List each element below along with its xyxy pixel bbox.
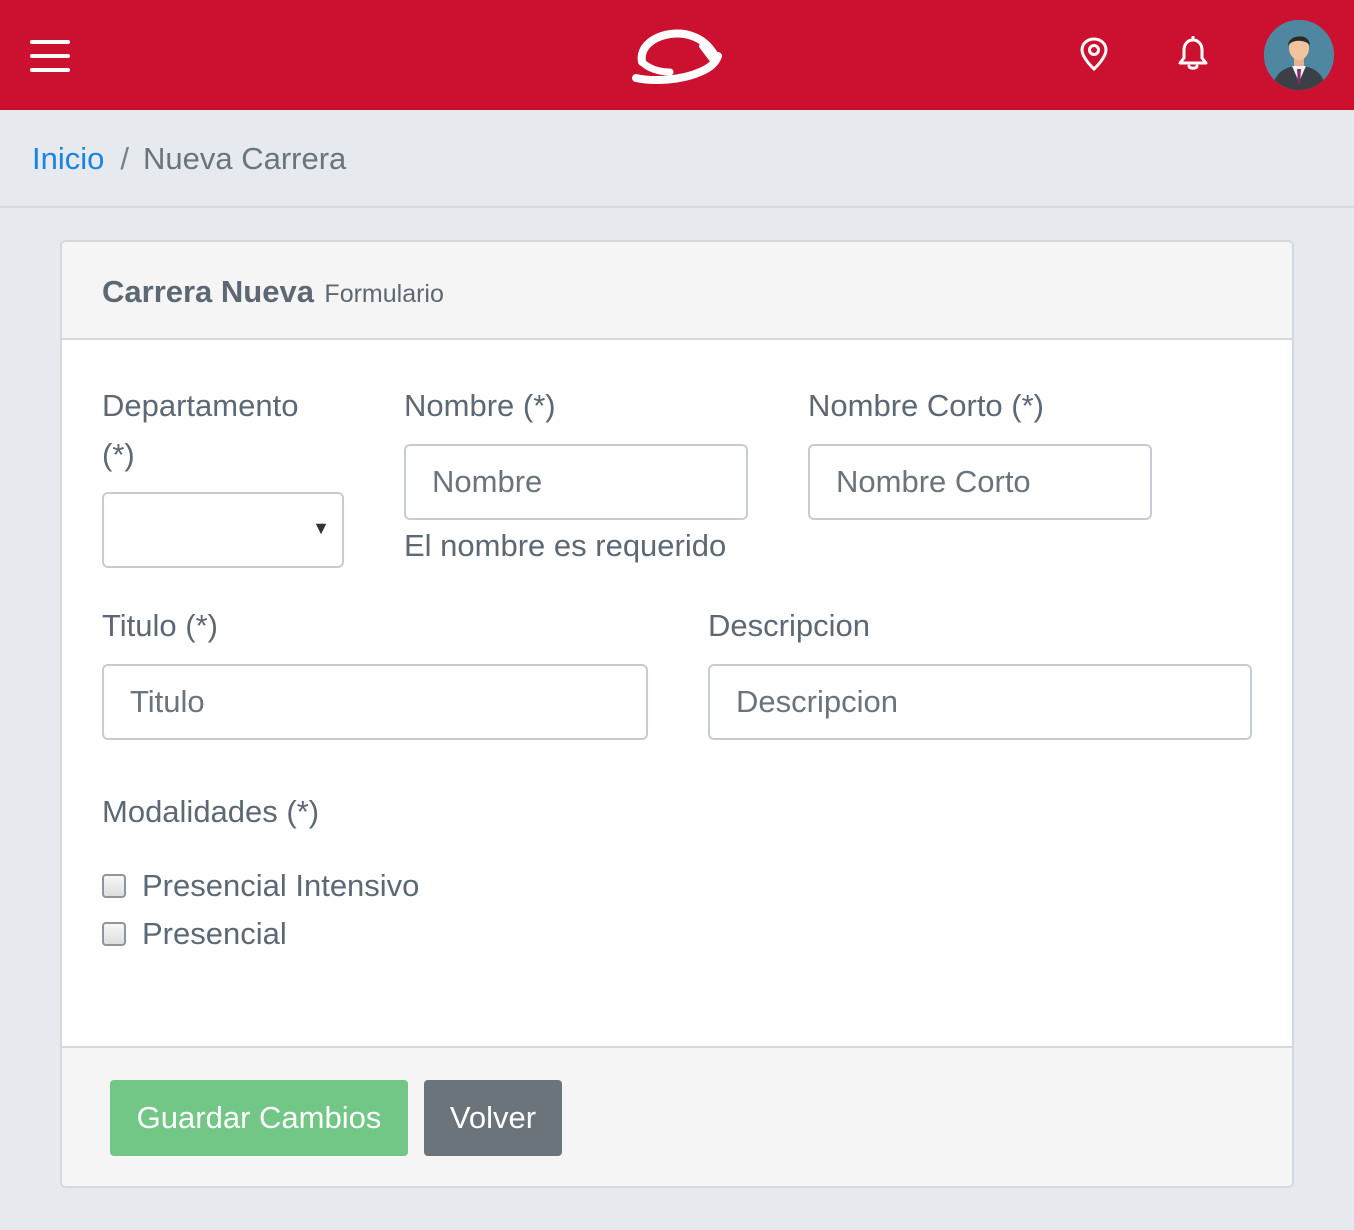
- user-avatar[interactable]: [1264, 20, 1334, 90]
- descripcion-label: Descripcion: [708, 608, 870, 643]
- departamento-required-mark: (*): [102, 437, 135, 472]
- titulo-input[interactable]: [102, 664, 648, 740]
- departamento-select[interactable]: ▼: [102, 492, 344, 568]
- modalidad-option-presencial-intensivo[interactable]: Presencial Intensivo: [102, 866, 419, 906]
- breadcrumb-home-link[interactable]: Inicio: [32, 141, 104, 176]
- chevron-down-icon: ▼: [312, 518, 330, 538]
- checkbox-label: Presencial Intensivo: [142, 868, 420, 903]
- card-subtitle: Formulario: [324, 280, 444, 308]
- top-navbar: [0, 0, 1354, 110]
- modalidad-option-presencial[interactable]: Presencial: [102, 914, 287, 954]
- card-header: Carrera Nueva Formulario: [62, 242, 1292, 340]
- breadcrumb: Inicio / Nueva Carrera: [0, 110, 1354, 208]
- nombre-corto-label: Nombre Corto (*): [808, 388, 1044, 423]
- brand-logo[interactable]: [630, 22, 722, 86]
- save-button[interactable]: Guardar Cambios: [110, 1080, 408, 1156]
- breadcrumb-separator: /: [120, 141, 129, 176]
- nombre-corto-input[interactable]: [808, 444, 1152, 520]
- map-pin-icon[interactable]: [1078, 36, 1110, 72]
- departamento-label: Departamento: [102, 388, 299, 423]
- nombre-help-text: El nombre es requerido: [404, 528, 727, 563]
- breadcrumb-current: Nueva Carrera: [143, 141, 347, 176]
- modalidades-label: Modalidades (*): [102, 794, 320, 829]
- checkbox-label: Presencial: [142, 916, 287, 951]
- card-title: Carrera Nueva: [102, 274, 314, 309]
- nombre-label: Nombre (*): [404, 388, 556, 423]
- checkbox[interactable]: [102, 922, 126, 946]
- bell-icon[interactable]: [1176, 36, 1210, 72]
- hamburger-icon[interactable]: [30, 40, 70, 72]
- back-button[interactable]: Volver: [424, 1080, 562, 1156]
- form-card: Carrera Nueva Formulario Departamento (*…: [60, 240, 1294, 1188]
- checkbox[interactable]: [102, 874, 126, 898]
- descripcion-input[interactable]: [708, 664, 1252, 740]
- nombre-input[interactable]: [404, 444, 748, 520]
- titulo-label: Titulo (*): [102, 608, 218, 643]
- card-footer: Guardar Cambios Volver: [62, 1046, 1292, 1186]
